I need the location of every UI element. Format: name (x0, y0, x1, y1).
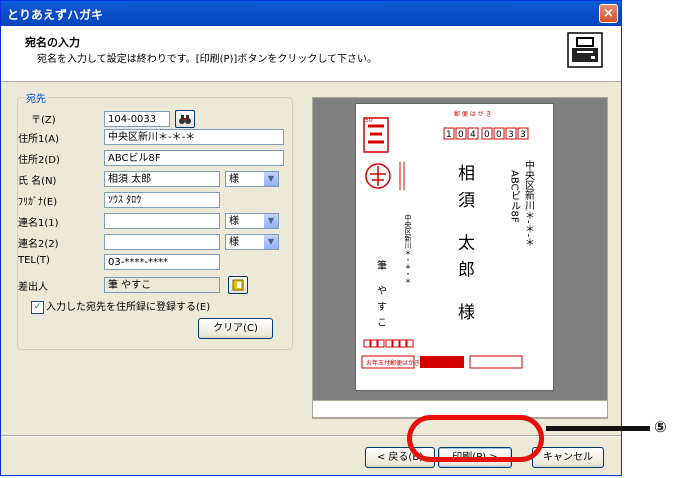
lottery-strip: お年玉付郵便はがき (361, 355, 523, 369)
address-group-label: 宛先 (26, 94, 46, 105)
ornament-emblem (365, 163, 391, 189)
postcard-drawing: 郵 便 は が き 50 1 0 4 0 0 3 3 中央区新川＊-＊-＊ AB… (361, 110, 535, 369)
close-button[interactable]: × (599, 4, 618, 23)
joint1-honorific-value: 様 (229, 216, 239, 227)
joint2-input[interactable] (104, 234, 220, 250)
postal-digit: 0 (458, 130, 464, 140)
clear-button[interactable]: クリア(C) (198, 318, 273, 339)
cancel-button[interactable]: キャンセル (532, 447, 604, 468)
address2-label: 住所2(D) (18, 155, 60, 166)
wizard-header: 宛名の入力 宛名を入力して設定は終わりです。[印刷(P)]ボタンをクリックして下… (1, 26, 621, 82)
address1-input[interactable]: 中央区新川＊-＊-＊ (104, 129, 284, 145)
printer-icon (567, 32, 603, 68)
title-bar: とりあえずハガキ × (1, 1, 621, 26)
joint1-label: 連名1(1) (18, 218, 59, 229)
stamp-label: 50 (365, 117, 373, 124)
chevron-down-icon: ▼ (264, 172, 278, 186)
register-checkbox[interactable]: ✓ (31, 300, 44, 314)
wizard-body: 宛先 〒(Z) 104-0033 住所1(A) 中央区新川＊-＊-＊ 住所2(D… (1, 82, 621, 435)
postal-digit: 3 (520, 130, 526, 140)
postal-digit: 0 (496, 130, 502, 140)
name-honorific-value: 様 (229, 174, 239, 185)
annotation-pointer-line (546, 426, 650, 431)
wizard-window: とりあえずハガキ × 宛名の入力 宛名を入力して設定は終わりです。[印刷(P)]… (0, 0, 622, 476)
step-title: 宛名の入力 (25, 36, 80, 49)
recipient-name: 相須 太郎 様 (454, 164, 475, 330)
card-header: 郵 便 は が き (454, 110, 492, 118)
sender-address: 中央区新川＊・＊・＊ (404, 213, 412, 284)
ornament-lines (399, 162, 405, 190)
address2-input[interactable]: ABCビル8F (104, 150, 284, 166)
postal-digit: 1 (446, 130, 452, 140)
name-input[interactable]: 相須 太郎 (104, 171, 220, 187)
window-title: とりあえずハガキ (7, 8, 104, 22)
postcard-preview: 郵 便 は が き 50 1 0 4 0 0 3 3 中央区新川＊-＊-＊ AB… (312, 97, 608, 419)
sender-book-button[interactable] (228, 276, 248, 294)
sender-postal-boxes (363, 339, 414, 348)
step-number-label: ⑤ (654, 418, 667, 436)
stamp-mark: 50 (363, 117, 389, 153)
postal-digit: 3 (508, 130, 514, 140)
address1-label: 住所1(A) (18, 134, 60, 145)
sender-label: 差出人 (18, 282, 48, 293)
postal-digit: 0 (484, 130, 490, 140)
name-honorific-select[interactable]: 様 ▼ (225, 171, 279, 187)
register-checkbox-label: 入力した宛先を住所録に登録する(E) (46, 302, 211, 313)
postal-code-boxes: 1 0 4 0 0 3 3 (443, 127, 529, 140)
joint2-honorific-value: 様 (229, 237, 239, 248)
joint1-honorific-select[interactable]: 様 ▼ (225, 213, 279, 229)
postal-digit: 4 (470, 130, 476, 140)
sender-field: 筆 やすこ (104, 277, 220, 293)
postcard: 郵 便 は が き 50 1 0 4 0 0 3 3 中央区新川＊-＊-＊ AB… (355, 103, 554, 391)
register-checkbox-row[interactable]: ✓ 入力した宛先を住所録に登録する(E) (31, 298, 210, 314)
postal-label: 〒(Z) (31, 115, 56, 126)
tel-label: TEL(T) (18, 255, 50, 266)
postal-input[interactable]: 104-0033 (104, 111, 170, 127)
joint2-label: 連名2(2) (18, 239, 59, 250)
binoculars-icon (179, 115, 191, 124)
recipient-address-line1: 中央区新川＊-＊-＊ (523, 159, 535, 247)
chevron-down-icon: ▼ (264, 235, 278, 249)
recipient-address-line2: ABCビル8F (509, 170, 521, 223)
step-description: 宛名を入力して設定は終わりです。[印刷(P)]ボタンをクリックして下さい。 (37, 54, 378, 65)
chevron-down-icon: ▼ (264, 214, 278, 228)
furigana-input[interactable]: ｿｳｽ ﾀﾛｳ (104, 192, 220, 208)
lottery-label: お年玉付郵便はがき (366, 359, 420, 367)
sender-name: 筆 やすこ (375, 259, 387, 333)
postal-search-button[interactable] (175, 110, 195, 128)
furigana-label: ﾌﾘｶﾞﾅ(E) (18, 197, 58, 208)
print-button-highlight-ring (407, 415, 544, 462)
joint1-input[interactable] (104, 213, 220, 229)
joint2-honorific-select[interactable]: 様 ▼ (225, 234, 279, 250)
tel-input[interactable]: 03-****-**** (104, 254, 220, 270)
address-book-icon (232, 279, 244, 291)
name-label: 氏 名(N) (18, 176, 57, 187)
